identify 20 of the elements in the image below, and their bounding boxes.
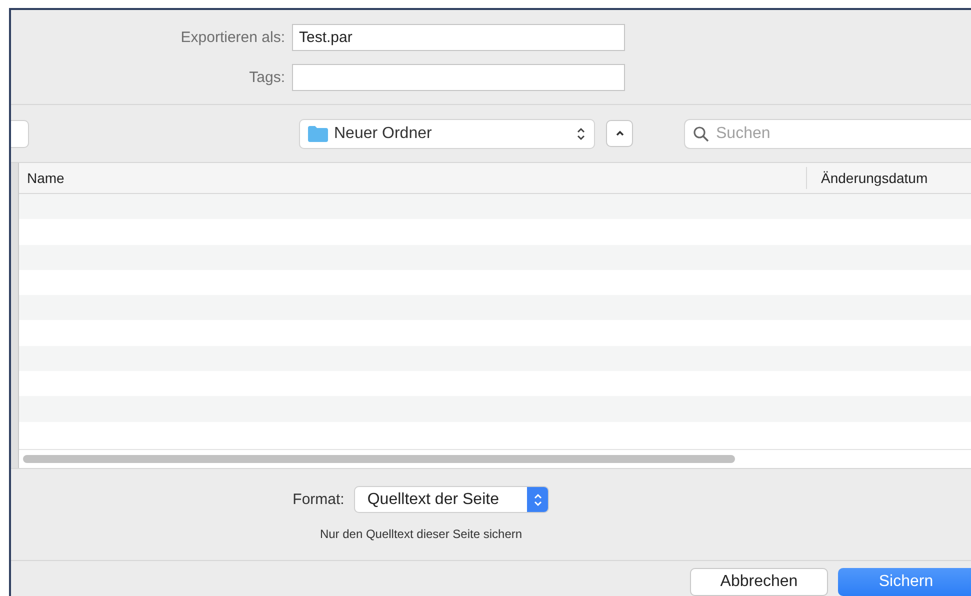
format-label: Format:: [292, 491, 344, 508]
cancel-button[interactable]: Abbrechen: [690, 568, 828, 596]
field-label: Exportieren als:: [180, 29, 286, 46]
chevrons-icon: [576, 126, 586, 142]
folder-icon: [308, 126, 328, 142]
scrollbar-thumb[interactable]: [23, 455, 735, 463]
search-icon: [693, 126, 709, 142]
chevrons-icon: [532, 492, 543, 508]
format-popup[interactable]: Quelltext der Seite: [354, 486, 550, 513]
column-header[interactable]: Änderungsdatum: [806, 167, 971, 189]
up-button[interactable]: [606, 120, 633, 147]
format-hint: Nur den Quelltext dieser Seite sichern: [320, 527, 522, 541]
field-label: Tags:: [248, 69, 286, 86]
column-header[interactable]: Name: [27, 170, 64, 186]
search-field[interactable]: Suchen: [684, 118, 971, 148]
filename-field[interactable]: Test.par: [292, 24, 625, 51]
tags-field[interactable]: [292, 64, 625, 91]
toolbar-button[interactable]: [11, 120, 29, 148]
caret-icon: [614, 130, 624, 137]
location-popup[interactable]: Neuer Ordner: [299, 118, 595, 148]
